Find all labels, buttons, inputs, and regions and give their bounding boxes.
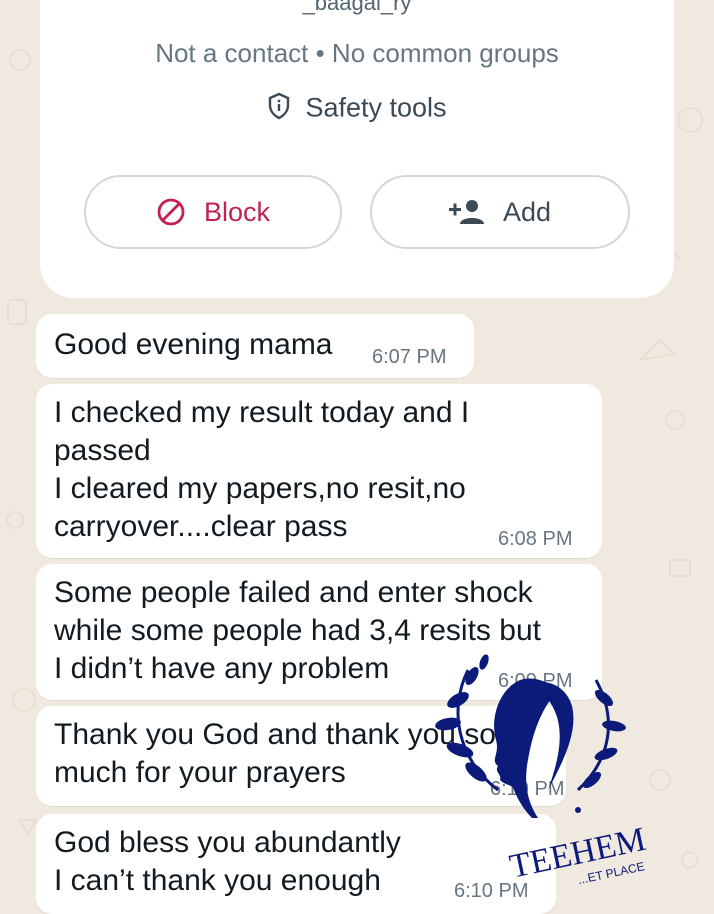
add-person-icon [448,199,485,225]
message-text: Good evening mama [54,328,333,361]
message-bubble[interactable]: I checked my result today and I passed I… [36,384,602,558]
shield-icon [267,92,291,127]
block-button[interactable]: Block [84,175,342,249]
message-time: 6:07 PM [372,346,447,368]
block-icon [156,197,186,227]
add-contact-button[interactable]: Add [370,175,630,249]
contact-name: _baagal_ry [302,0,412,15]
contact-info-card: _baagal_ry Not a contact • No common gro… [40,0,674,298]
message-text: God bless you abundantly I can’t thank y… [54,826,401,897]
message-text: I checked my result today and I passed I… [54,396,470,543]
teehem-watermark-logo: TEEHEM ...ET PLACE [435,654,649,887]
contact-status: Not a contact • No common groups [155,38,559,68]
add-label: Add [502,196,552,227]
block-label: Block [203,196,271,227]
message-time: 6:08 PM [498,528,573,550]
safety-tools-label: Safety tools [305,92,447,123]
safety-tools-link[interactable]: Safety tools [40,92,674,127]
message-bubble[interactable]: Good evening mama 6:07 PM [36,314,474,378]
